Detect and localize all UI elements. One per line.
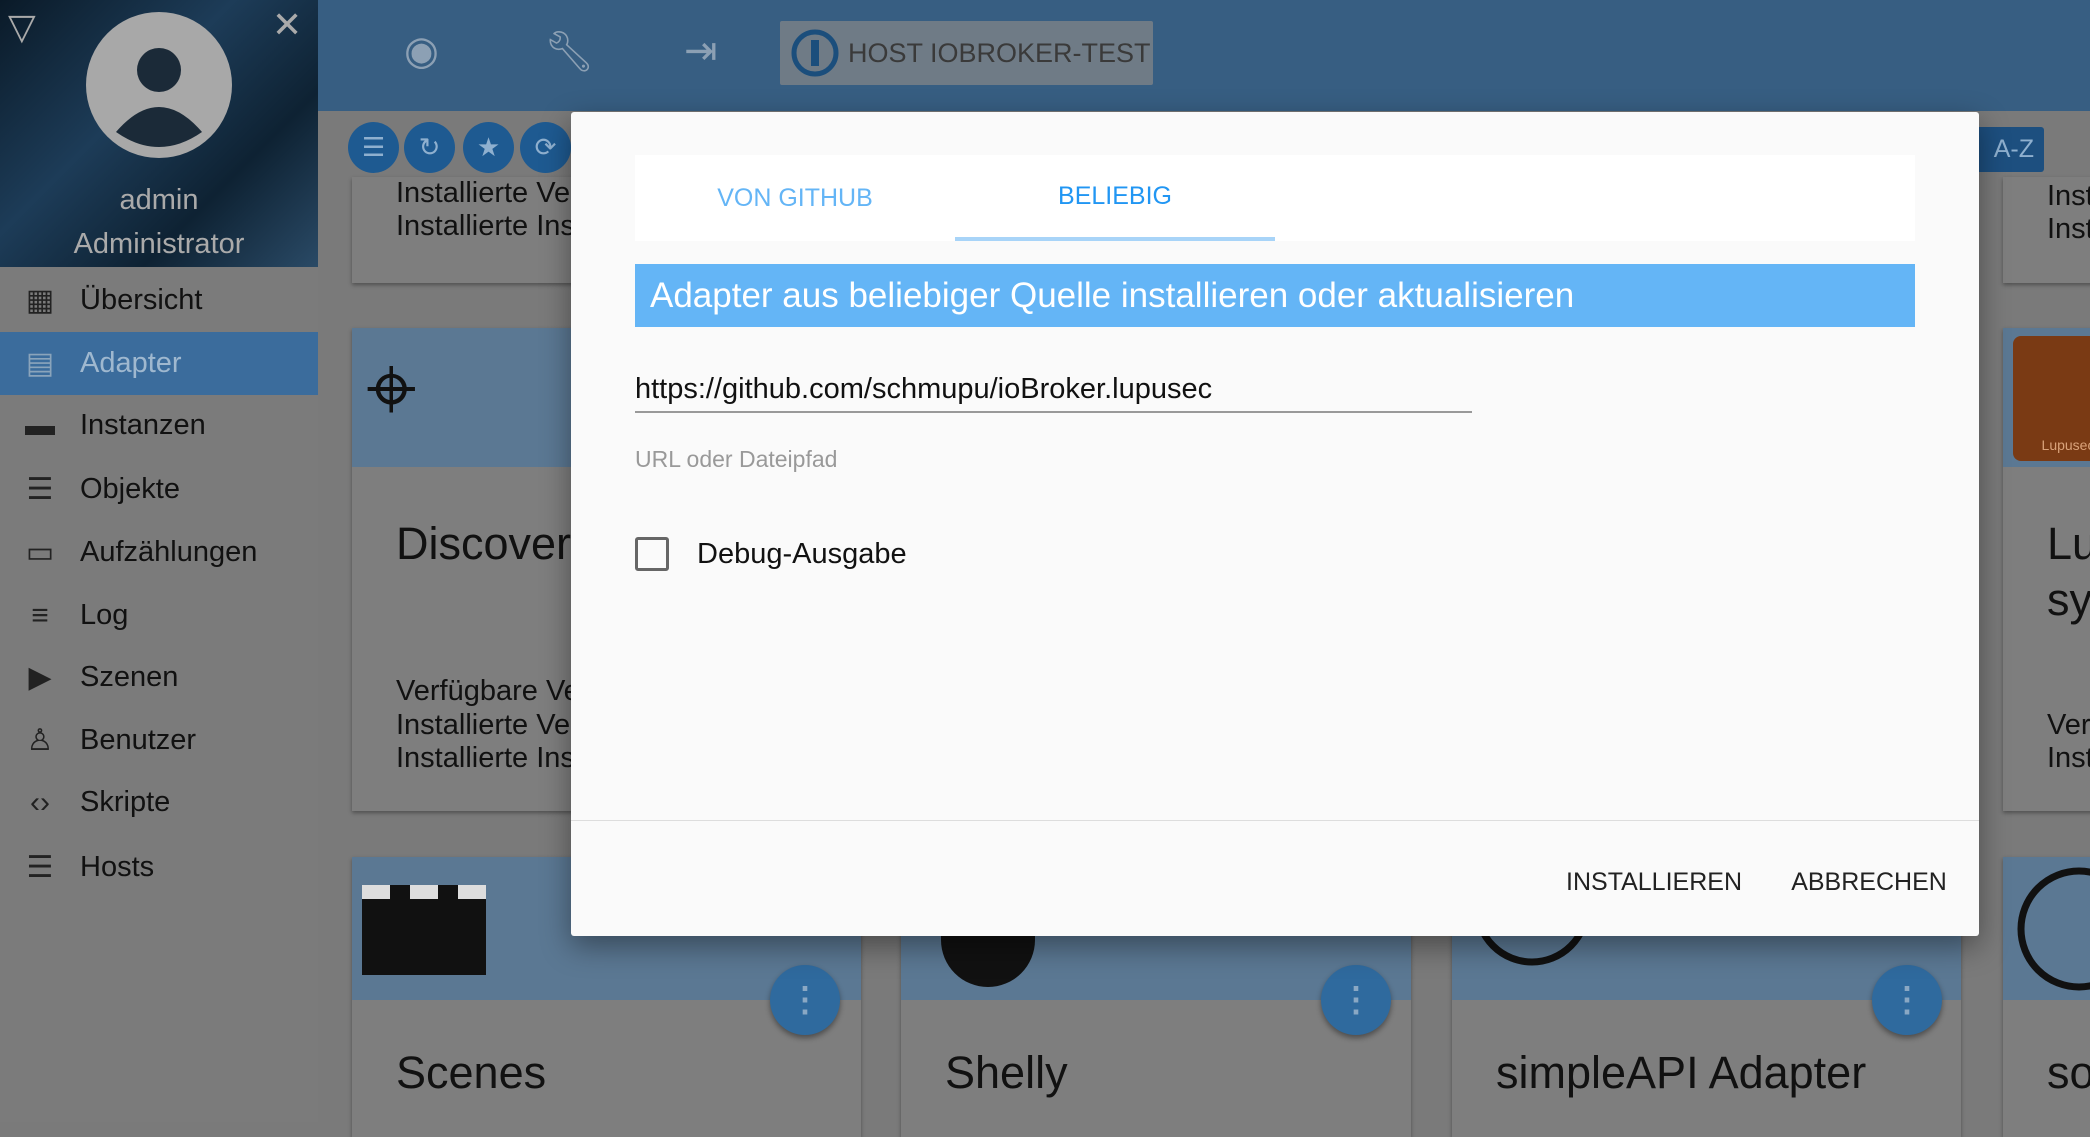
eye-icon[interactable]: ◉ bbox=[404, 28, 439, 74]
updates-button[interactable]: ⟳ bbox=[520, 122, 571, 173]
tab-bar: VON GITHUB BELIEBIG bbox=[635, 155, 1915, 241]
cancel-button[interactable]: ABBRECHEN bbox=[1791, 852, 1947, 912]
logo-text: Lupusec bbox=[2041, 437, 2090, 453]
sidebar-item-szenen[interactable]: ▶ Szenen bbox=[0, 646, 318, 709]
list-icon: ☰ bbox=[26, 473, 54, 506]
sidebar-item-label: Adapter bbox=[80, 347, 182, 379]
avatar bbox=[86, 12, 232, 158]
instances-icon: ▬ bbox=[25, 408, 55, 442]
enum-icon: ▭ bbox=[25, 536, 55, 569]
lupusec-logo: Lupusec bbox=[2013, 336, 2090, 461]
card-menu-button[interactable]: ⋮ bbox=[770, 965, 840, 1035]
card-line: Verfügbare Ve bbox=[396, 675, 580, 707]
list-icon: ☰ bbox=[361, 132, 386, 162]
adapter-card-lupusec: Lupusec Lu sy Verf Inst bbox=[2003, 328, 2090, 811]
host-button[interactable]: HOST IOBROKER-TEST bbox=[780, 21, 1153, 85]
card-title: sy bbox=[2047, 574, 2090, 625]
adapter-card-so: so bbox=[2003, 857, 2090, 1137]
sidebar-item-benutzer[interactable]: ♙ Benutzer bbox=[0, 709, 318, 772]
url-helper-text: URL oder Dateipfad bbox=[635, 446, 838, 472]
debug-checkbox[interactable] bbox=[635, 537, 669, 571]
store-icon: ▤ bbox=[25, 347, 55, 380]
install-adapter-dialog: VON GITHUB BELIEBIG Adapter aus beliebig… bbox=[571, 112, 1979, 936]
refresh-icon: ↻ bbox=[418, 132, 441, 162]
log-icon: ≡ bbox=[31, 598, 49, 632]
sidebar: ▽ ✕ admin Administrator ▦ Übersicht ▤ Adap… bbox=[0, 0, 318, 1122]
sidebar-item-adapter[interactable]: ▤ Adapter bbox=[0, 332, 318, 395]
favorites-button[interactable]: ★ bbox=[463, 122, 514, 173]
more-vert-icon: ⋮ bbox=[1890, 981, 1924, 1019]
card-line: Installierte Ins bbox=[396, 742, 575, 774]
update-icon: ⟳ bbox=[534, 132, 557, 162]
host-label: HOST IOBROKER-TEST bbox=[848, 37, 1151, 68]
sidebar-item-label: Skripte bbox=[80, 786, 171, 818]
card-title: simpleAPI Adapter bbox=[1496, 1047, 1867, 1098]
sort-az-button[interactable]: A-Z bbox=[1973, 127, 2044, 172]
clapperboard-icon bbox=[362, 885, 486, 975]
collapse-triangle-icon[interactable]: ▽ bbox=[8, 6, 36, 48]
card-header: Lupusec bbox=[2003, 328, 2090, 467]
star-icon: ★ bbox=[476, 132, 501, 162]
top-bar: ◉ 🔧︎ ⇥ HOST IOBROKER-TEST bbox=[318, 0, 2090, 111]
sidebar-item-label: Hosts bbox=[80, 851, 155, 883]
card-menu-button[interactable]: ⋮ bbox=[1872, 965, 1942, 1035]
lightning-logo-icon bbox=[2017, 867, 2090, 991]
binoculars-icon: ⌖ bbox=[366, 339, 417, 439]
sidebar-item-objekte[interactable]: ☰ Objekte bbox=[0, 458, 318, 521]
list-view-button[interactable]: ☰ bbox=[348, 122, 399, 173]
hosts-icon: ☰ bbox=[26, 851, 54, 884]
wrench-icon[interactable]: 🔧︎ bbox=[544, 28, 595, 75]
sidebar-item-label: Übersicht bbox=[80, 284, 203, 316]
username: admin bbox=[119, 184, 199, 216]
close-icon[interactable]: ✕ bbox=[272, 4, 302, 46]
user-icon: ♙ bbox=[26, 724, 54, 757]
grid-icon: ▦ bbox=[25, 284, 55, 317]
tab-beliebig[interactable]: BELIEBIG bbox=[955, 155, 1275, 241]
more-vert-icon: ⋮ bbox=[788, 981, 822, 1019]
more-vert-icon: ⋮ bbox=[1339, 981, 1373, 1019]
debug-label: Debug-Ausgabe bbox=[697, 538, 907, 570]
card-header bbox=[2003, 857, 2090, 1000]
installed-instances: Installierte Ins bbox=[396, 210, 575, 242]
installed-version: Installierte Ver bbox=[396, 177, 580, 209]
sidebar-item-instanzen[interactable]: ▬ Instanzen bbox=[0, 394, 318, 457]
scenes-icon: ▶ bbox=[28, 661, 52, 694]
code-icon: ‹› bbox=[30, 785, 50, 819]
install-button[interactable]: INSTALLIEREN bbox=[1566, 852, 1742, 912]
url-input[interactable] bbox=[635, 367, 1472, 413]
sidebar-item-label: Aufzählungen bbox=[80, 536, 258, 568]
refresh-button[interactable]: ↻ bbox=[404, 122, 455, 173]
card-line: Verf bbox=[2047, 709, 2090, 741]
sidebar-item-log[interactable]: ≡ Log bbox=[0, 584, 318, 647]
adapter-card: Inst Inst bbox=[2003, 177, 2090, 283]
sidebar-item-hosts[interactable]: ☰ Hosts bbox=[0, 836, 318, 899]
installed-instances: Inst bbox=[2047, 213, 2090, 245]
card-title: so bbox=[2047, 1047, 2090, 1098]
sidebar-item-label: Instanzen bbox=[80, 409, 206, 441]
divider bbox=[571, 820, 1979, 821]
sidebar-item-label: Szenen bbox=[80, 661, 179, 693]
logout-icon[interactable]: ⇥ bbox=[684, 28, 718, 74]
card-line: Inst bbox=[2047, 742, 2090, 774]
card-title: Shelly bbox=[945, 1047, 1068, 1098]
sidebar-item-label: Benutzer bbox=[80, 724, 197, 756]
card-title: Discovery bbox=[396, 518, 594, 569]
sidebar-item-skripte[interactable]: ‹› Skripte bbox=[0, 771, 318, 834]
sidebar-item-aufzaehlungen[interactable]: ▭ Aufzählungen bbox=[0, 521, 318, 584]
user-panel: ▽ ✕ admin Administrator bbox=[0, 0, 318, 267]
iobroker-logo-icon bbox=[791, 29, 839, 77]
sidebar-item-label: Objekte bbox=[80, 473, 180, 505]
sidebar-item-label: Log bbox=[80, 599, 129, 631]
sidebar-item-uebersicht[interactable]: ▦ Übersicht bbox=[0, 269, 318, 332]
tab-von-github[interactable]: VON GITHUB bbox=[635, 155, 955, 241]
card-menu-button[interactable]: ⋮ bbox=[1321, 965, 1391, 1035]
card-title: Scenes bbox=[396, 1047, 547, 1098]
card-line: Installierte Ver bbox=[396, 709, 580, 741]
dialog-heading: Adapter aus beliebiger Quelle installier… bbox=[635, 264, 1915, 327]
card-title: Lu bbox=[2047, 518, 2090, 569]
user-role: Administrator bbox=[73, 228, 245, 260]
installed-version: Inst bbox=[2047, 180, 2090, 212]
